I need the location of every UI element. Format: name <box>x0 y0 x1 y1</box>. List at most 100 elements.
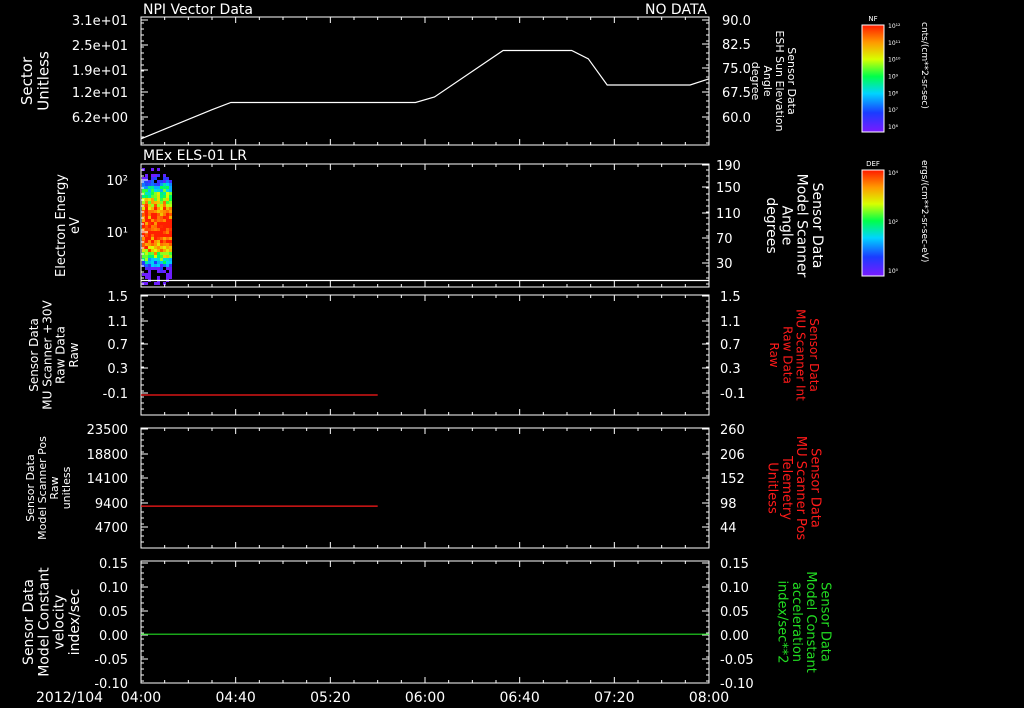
heatmap-cell <box>145 189 148 192</box>
right-tick-label: 44 <box>720 521 737 536</box>
left-axis-label-line: Sensor Data <box>27 318 41 392</box>
right-axis-label-line: Sensor Data <box>807 318 821 392</box>
heatmap-cell <box>166 207 169 210</box>
left-tick-label: 10² <box>106 174 128 189</box>
right-axis-label-line: Telemetry <box>779 455 794 520</box>
heatmap-cell <box>163 183 166 186</box>
x-tick-label: 04:00 <box>121 690 161 706</box>
heatmap-cell <box>148 183 151 186</box>
heatmap-cell <box>142 207 145 210</box>
heatmap-cell <box>154 225 157 228</box>
heatmap-cell <box>151 183 154 186</box>
heatmap-cell <box>160 246 163 249</box>
heatmap-cell <box>160 210 163 213</box>
heatmap-cell <box>163 270 166 273</box>
right-axis-label-line: Sensor Data <box>807 448 822 528</box>
heatmap-cell <box>160 237 163 240</box>
left-tick-label: 1.1 <box>107 315 128 330</box>
right-tick-label: 98 <box>720 497 737 512</box>
heatmap-cell <box>151 261 154 264</box>
colorbar-def-unit: ergs/(cm**2-sr-sec-eV) <box>919 160 929 262</box>
heatmap-cell <box>160 213 163 216</box>
left-tick-label: 1.2e+01 <box>72 86 128 101</box>
right-tick-label: 0.3 <box>720 362 741 377</box>
right-axis-label-line: index/sec**2 <box>775 580 790 663</box>
heatmap-cell <box>169 273 172 276</box>
heatmap-cell <box>169 240 172 243</box>
right-axis-label-line: Model Constant <box>803 571 818 673</box>
heatmap-cell <box>148 249 151 252</box>
heatmap-cell <box>148 264 151 267</box>
colorbar-nf-tick: 10⁸ <box>888 90 899 97</box>
heatmap-cell <box>148 195 151 198</box>
heatmap-cell <box>157 228 160 231</box>
colorbar-def-scale <box>861 169 885 277</box>
heatmap-cell <box>157 282 160 285</box>
heatmap-cell <box>163 213 166 216</box>
right-tick-label: 1.1 <box>720 315 741 330</box>
heatmap-cell <box>166 249 169 252</box>
heatmap-cell <box>145 282 148 285</box>
heatmap-cell <box>166 234 169 237</box>
heatmap-cell <box>157 195 160 198</box>
left-axis-label-line: Sensor Data <box>24 454 37 521</box>
left-axis-label: SectorUnitless <box>18 51 53 111</box>
heatmap-cell <box>151 258 154 261</box>
heatmap-cell <box>160 267 163 270</box>
heatmap-cell <box>169 207 172 210</box>
heatmap-cell <box>154 177 157 180</box>
heatmap-cell <box>166 213 169 216</box>
heatmap-cell <box>154 252 157 255</box>
heatmap-cell <box>166 201 169 204</box>
colorbar-nf-unit: cnts/(cm**2-sr-sec) <box>919 22 929 109</box>
heatmap-cell <box>160 243 163 246</box>
heatmap-cell <box>169 225 172 228</box>
heatmap-cell <box>145 243 148 246</box>
panel-2-title: MEx ELS-01 LR <box>143 148 247 164</box>
heatmap-cell <box>145 183 148 186</box>
heatmap-cell <box>151 174 154 177</box>
left-axis-label-line: Unitless <box>34 51 52 111</box>
heatmap-cell <box>160 201 163 204</box>
heatmap-cell <box>148 213 151 216</box>
heatmap-cell <box>154 174 157 177</box>
heatmap-cell <box>166 189 169 192</box>
heatmap-cell <box>145 207 148 210</box>
heatmap-cell <box>163 237 166 240</box>
left-axis-label-line: unitless <box>60 466 73 509</box>
heatmap-cell <box>157 198 160 201</box>
heatmap-cell <box>148 237 151 240</box>
left-tick-label: 10¹ <box>106 226 128 241</box>
right-tick-label: 206 <box>720 448 745 463</box>
heatmap-cell <box>160 198 163 201</box>
heatmap-cell <box>163 246 166 249</box>
heatmap-cell <box>151 231 154 234</box>
heatmap-cell <box>169 234 172 237</box>
heatmap-cell <box>145 252 148 255</box>
heatmap-cell <box>145 240 148 243</box>
left-tick-label: 4700 <box>95 521 128 536</box>
heatmap-cell <box>154 237 157 240</box>
heatmap-cell <box>163 228 166 231</box>
x-tick-label: 06:40 <box>499 690 539 706</box>
heatmap-cell <box>145 174 148 177</box>
right-tick-label: 260 <box>720 423 745 438</box>
heatmap-cell <box>148 246 151 249</box>
left-axis-label-line: Raw <box>48 476 61 499</box>
right-tick-label: 75.0 <box>722 62 751 77</box>
heatmap-cell <box>169 261 172 264</box>
heatmap-cell <box>160 219 163 222</box>
heatmap-cell <box>169 228 172 231</box>
heatmap-cell <box>166 216 169 219</box>
heatmap-cell <box>169 213 172 216</box>
heatmap-cell <box>166 192 169 195</box>
heatmap-cell <box>154 219 157 222</box>
colorbar-nf-tick: 10⁷ <box>888 107 899 114</box>
heatmap-cell <box>163 210 166 213</box>
heatmap-cell <box>166 255 169 258</box>
heatmap-cell <box>166 225 169 228</box>
heatmap-cell <box>169 258 172 261</box>
heatmap-cell <box>163 243 166 246</box>
heatmap-cell <box>169 210 172 213</box>
heatmap-cell <box>154 255 157 258</box>
